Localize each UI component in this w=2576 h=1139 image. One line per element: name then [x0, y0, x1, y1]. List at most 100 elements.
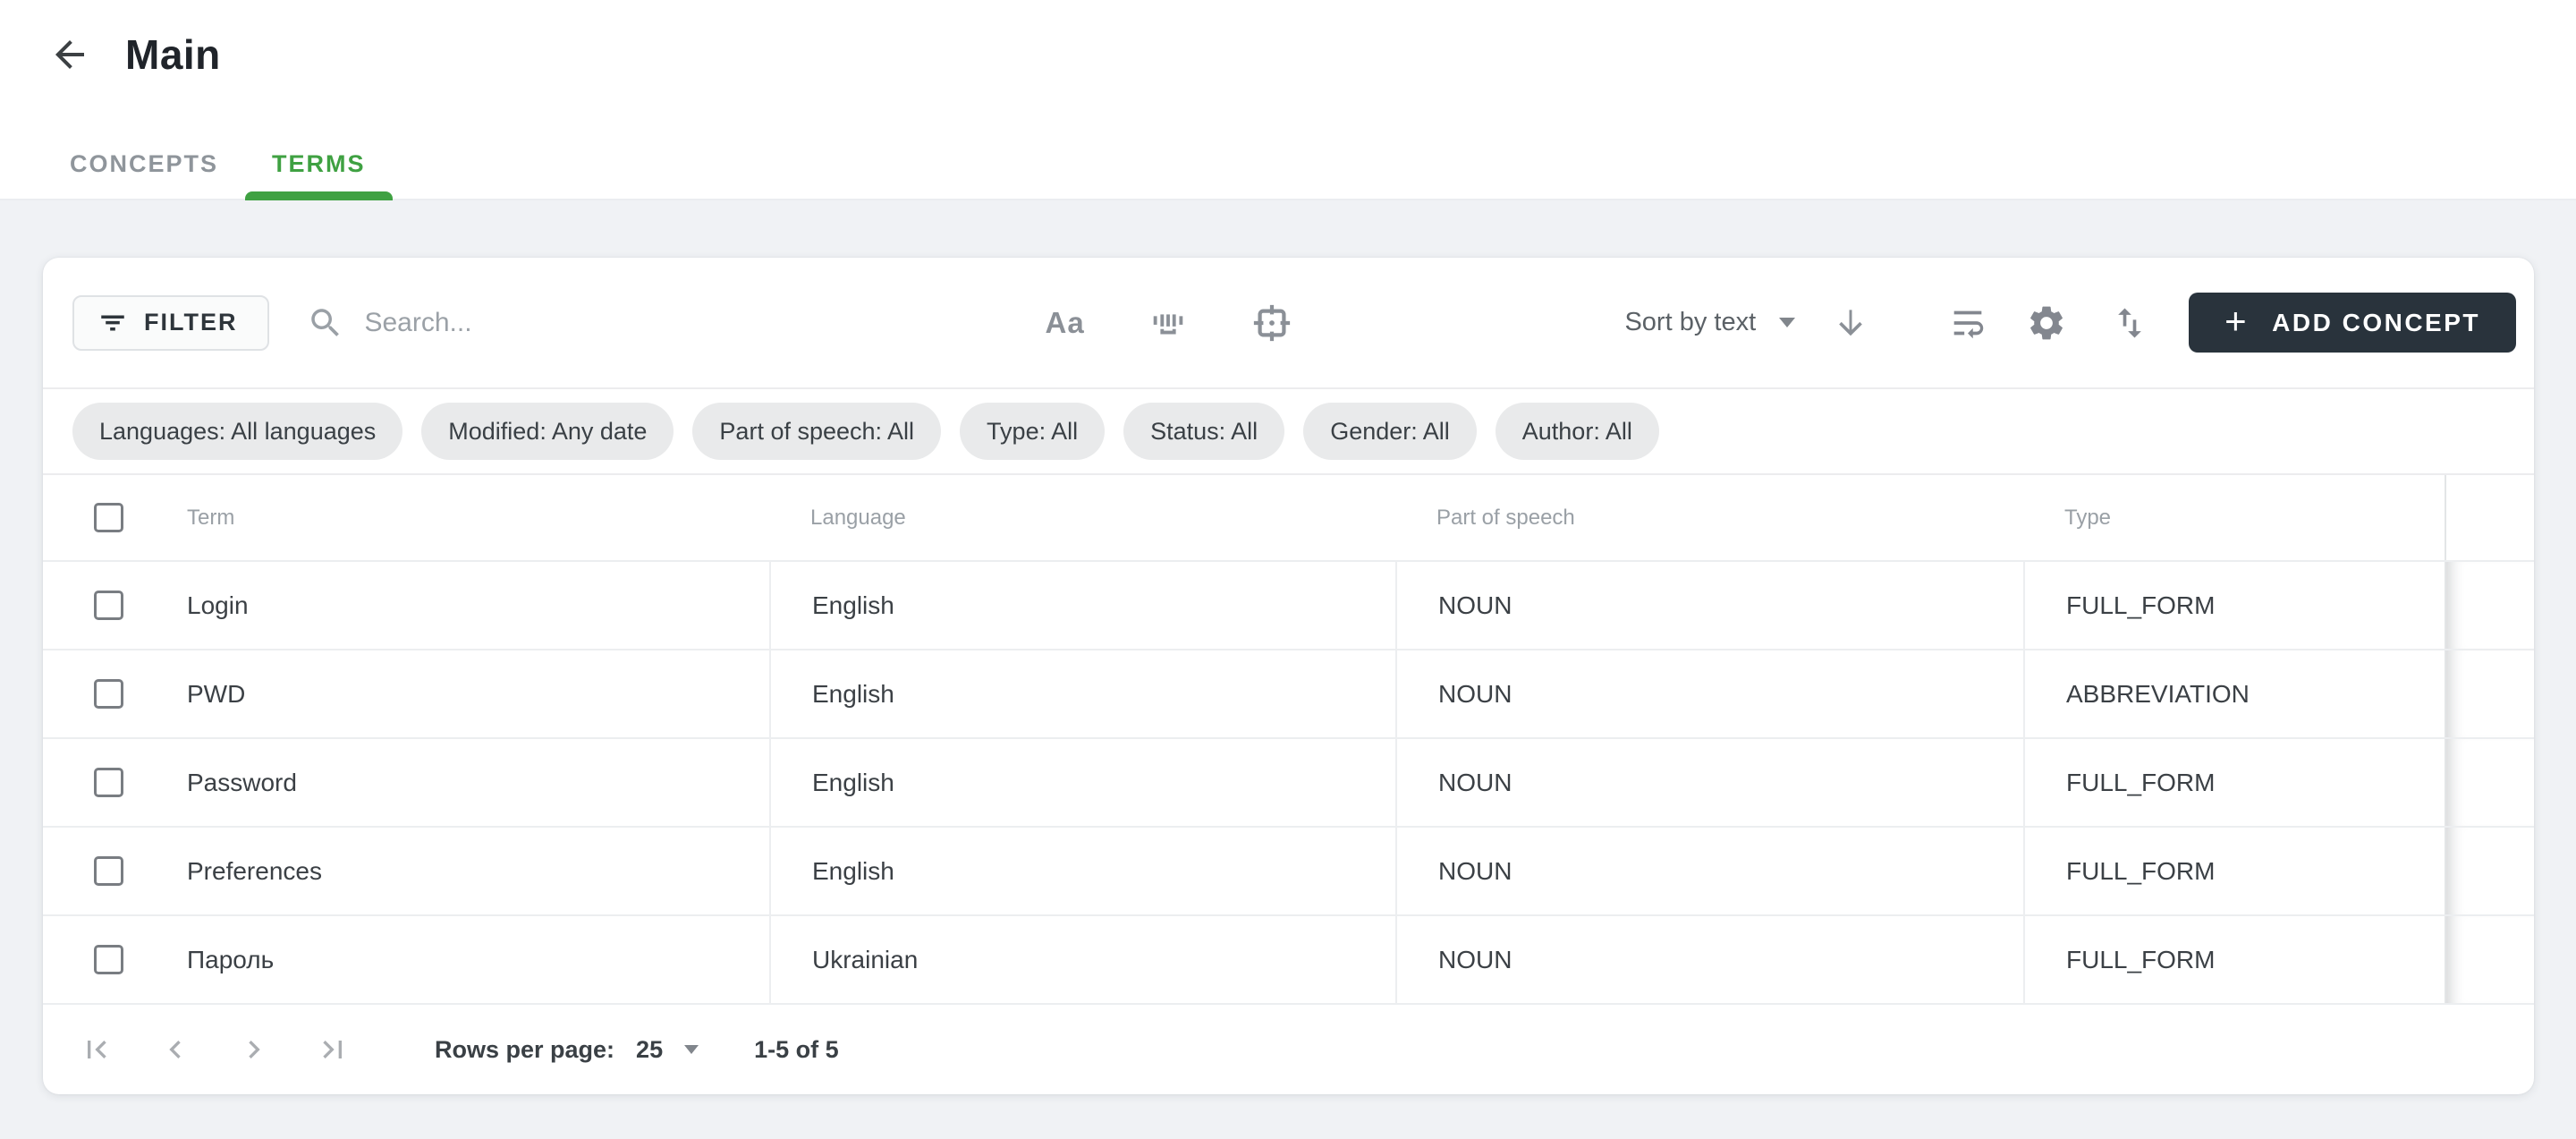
- tab-concepts-label: CONCEPTS: [70, 150, 218, 178]
- tab-concepts[interactable]: CONCEPTS: [43, 129, 245, 199]
- table-row[interactable]: Password English NOUN FULL_FORM: [43, 737, 2534, 826]
- chip-modified[interactable]: Modified: Any date: [421, 403, 674, 460]
- toolbar: FILTER Aa: [43, 258, 2534, 387]
- chip-part-of-speech[interactable]: Part of speech: All: [692, 403, 941, 460]
- search-icon: [307, 304, 344, 342]
- chip-author[interactable]: Author: All: [1496, 403, 1659, 460]
- part-of-speech-cell: NOUN: [1438, 946, 1512, 974]
- search-option-icons: Aa: [1045, 302, 1292, 344]
- part-of-speech-cell: NOUN: [1438, 591, 1512, 620]
- chevron-right-icon: [236, 1032, 272, 1067]
- back-button[interactable]: [47, 31, 93, 78]
- row-checkbox[interactable]: [94, 591, 123, 620]
- first-page-button[interactable]: [79, 1032, 114, 1067]
- chevron-left-icon: [157, 1032, 193, 1067]
- import-export-icon: [2110, 303, 2149, 343]
- wrap-text-button[interactable]: [1947, 302, 1988, 344]
- chip-gender[interactable]: Gender: All: [1303, 403, 1477, 460]
- caret-down-icon: [684, 1045, 699, 1054]
- part-of-speech-cell: NOUN: [1438, 769, 1512, 797]
- prev-page-button[interactable]: [157, 1032, 193, 1067]
- tab-terms[interactable]: TERMS: [245, 129, 393, 199]
- rows-per-page-label: Rows per page:: [435, 1036, 614, 1064]
- row-checkbox[interactable]: [94, 856, 123, 886]
- sort-direction-button[interactable]: [1831, 303, 1870, 343]
- term-cell: Пароль: [187, 946, 274, 974]
- language-cell: English: [812, 769, 894, 797]
- pagination-bar: Rows per page: 25 1-5 of 5: [43, 1003, 2534, 1094]
- page-range-label: 1-5 of 5: [754, 1036, 839, 1064]
- center-focus-button[interactable]: [1251, 302, 1292, 344]
- table-row[interactable]: Login English NOUN FULL_FORM: [43, 560, 2534, 649]
- toolbar-right-group: Sort by text: [1624, 293, 2516, 353]
- chip-modified-label: Modified: Any date: [448, 418, 647, 446]
- column-header-language: Language: [810, 506, 906, 531]
- last-page-button[interactable]: [315, 1032, 351, 1067]
- pinned-cell: [2445, 562, 2534, 649]
- search-input[interactable]: [364, 308, 775, 338]
- arrow-left-icon: [48, 33, 91, 76]
- barcode-icon: [1148, 302, 1189, 344]
- select-all-checkbox[interactable]: [94, 503, 123, 532]
- last-page-icon: [315, 1032, 351, 1067]
- barcode-button[interactable]: [1148, 302, 1189, 344]
- row-checkbox[interactable]: [94, 945, 123, 974]
- chip-type-label: Type: All: [987, 418, 1078, 446]
- add-concept-label: ADD CONCEPT: [2272, 309, 2480, 337]
- term-cell: Password: [187, 769, 297, 797]
- language-cell: English: [812, 591, 894, 620]
- center-focus-icon: [1251, 302, 1292, 344]
- match-case-button[interactable]: Aa: [1045, 306, 1084, 340]
- tab-terms-label: TERMS: [272, 150, 366, 178]
- tab-bar: CONCEPTS TERMS: [43, 129, 393, 199]
- filter-button[interactable]: FILTER: [72, 295, 269, 351]
- chip-status[interactable]: Status: All: [1123, 403, 1284, 460]
- filter-button-label: FILTER: [144, 309, 237, 336]
- column-header-type: Type: [2064, 506, 2111, 531]
- match-case-icon: Aa: [1045, 306, 1084, 340]
- chip-part-of-speech-label: Part of speech: All: [719, 418, 914, 446]
- pinned-column-header: [2445, 475, 2534, 560]
- sort-by-select[interactable]: Sort by text: [1624, 308, 1795, 337]
- term-cell: PWD: [187, 680, 245, 709]
- sort-by-label: Sort by text: [1624, 308, 1756, 337]
- next-page-button[interactable]: [236, 1032, 272, 1067]
- chip-type[interactable]: Type: All: [960, 403, 1105, 460]
- pinned-cell: [2445, 739, 2534, 826]
- table-row[interactable]: Preferences English NOUN FULL_FORM: [43, 826, 2534, 914]
- column-header-term: Term: [187, 506, 234, 531]
- column-header-part-of-speech: Part of speech: [1436, 506, 1575, 531]
- terms-panel: FILTER Aa: [43, 258, 2534, 1094]
- table-row[interactable]: PWD English NOUN ABBREVIATION: [43, 649, 2534, 737]
- row-checkbox[interactable]: [94, 768, 123, 797]
- arrow-down-icon: [1831, 303, 1870, 343]
- app-header: Main CONCEPTS TERMS: [0, 0, 2576, 200]
- pinned-cell: [2445, 828, 2534, 914]
- filter-list-icon: [97, 308, 128, 338]
- language-cell: Ukrainian: [812, 946, 918, 974]
- part-of-speech-cell: NOUN: [1438, 857, 1512, 886]
- table-row[interactable]: Пароль Ukrainian NOUN FULL_FORM: [43, 914, 2534, 1003]
- chip-gender-label: Gender: All: [1330, 418, 1450, 446]
- part-of-speech-cell: NOUN: [1438, 680, 1512, 709]
- import-export-button[interactable]: [2110, 303, 2149, 343]
- term-cell: Preferences: [187, 857, 322, 886]
- chip-status-label: Status: All: [1150, 418, 1258, 446]
- chip-author-label: Author: All: [1522, 418, 1632, 446]
- settings-button[interactable]: [2026, 302, 2067, 344]
- page-title: Main: [125, 30, 221, 79]
- type-cell: FULL_FORM: [2066, 769, 2215, 797]
- gear-icon: [2026, 302, 2067, 344]
- type-cell: FULL_FORM: [2066, 946, 2215, 974]
- term-cell: Login: [187, 591, 249, 620]
- wrap-text-icon: [1947, 302, 1988, 344]
- chip-languages-label: Languages: All languages: [99, 418, 376, 446]
- type-cell: ABBREVIATION: [2066, 680, 2250, 709]
- add-concept-button[interactable]: + ADD CONCEPT: [2189, 293, 2516, 353]
- pinned-cell: [2445, 916, 2534, 1003]
- chip-languages[interactable]: Languages: All languages: [72, 403, 402, 460]
- language-cell: English: [812, 857, 894, 886]
- plus-icon: +: [2224, 302, 2249, 340]
- rows-per-page-select[interactable]: 25: [636, 1036, 699, 1064]
- row-checkbox[interactable]: [94, 679, 123, 709]
